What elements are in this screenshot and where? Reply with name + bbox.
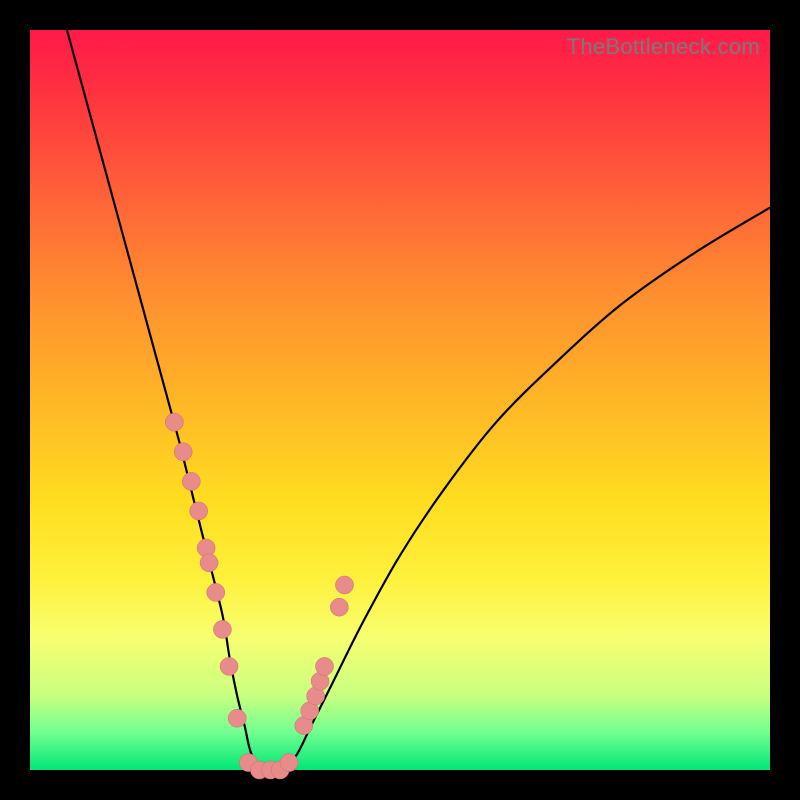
highlight-dot xyxy=(228,709,246,727)
highlight-dot xyxy=(207,583,225,601)
highlight-dot xyxy=(182,472,200,490)
watermark-text: TheBottleneck.com xyxy=(567,34,760,60)
chart-svg xyxy=(30,30,770,770)
bottleneck-curve xyxy=(67,30,770,772)
highlight-dot xyxy=(280,754,298,772)
highlight-dots-group xyxy=(165,413,353,779)
highlight-dot xyxy=(165,413,183,431)
chart-area: TheBottleneck.com xyxy=(30,30,770,770)
highlight-dot xyxy=(200,554,218,572)
highlight-dot xyxy=(316,657,334,675)
highlight-dot xyxy=(220,657,238,675)
highlight-dot xyxy=(336,576,354,594)
highlight-dot xyxy=(330,598,348,616)
highlight-dot xyxy=(213,620,231,638)
highlight-dot xyxy=(174,443,192,461)
highlight-dot xyxy=(190,502,208,520)
